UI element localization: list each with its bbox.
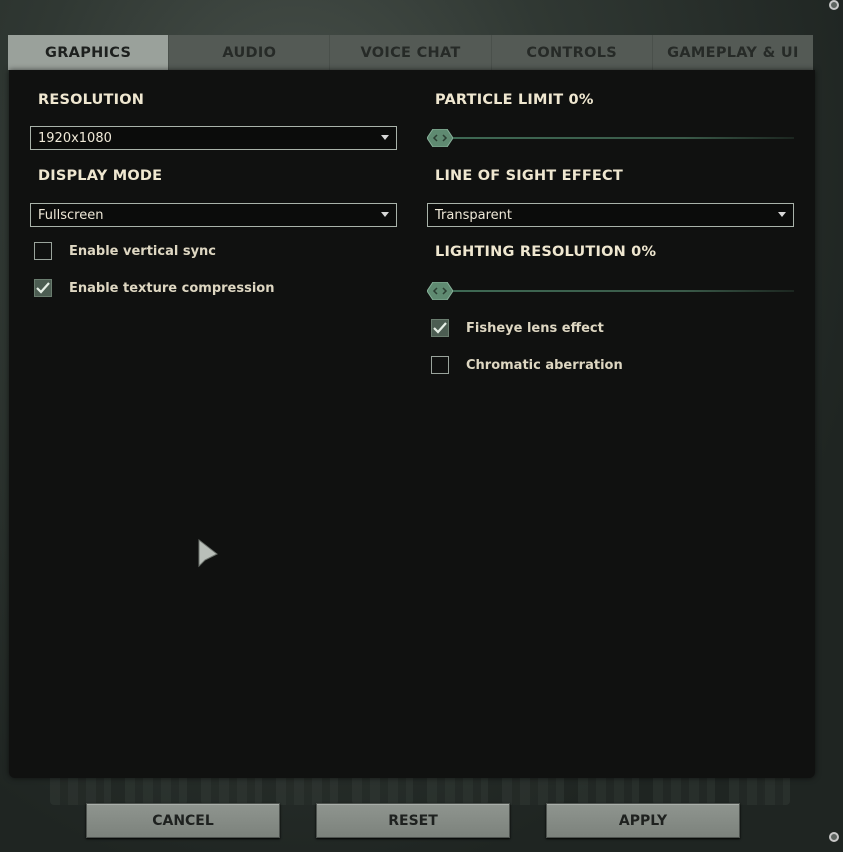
slider-thumb-icon[interactable] (427, 129, 453, 147)
slider-track (427, 137, 794, 139)
chevron-down-icon (778, 212, 786, 217)
fisheye-label: Fisheye lens effect (466, 320, 604, 336)
lighting-resolution-heading: LIGHTING RESOLUTION 0% (435, 244, 657, 260)
checkmark-icon (433, 322, 447, 334)
slider-track (427, 290, 794, 292)
display-mode-dropdown[interactable]: Fullscreen (30, 203, 397, 227)
tab-graphics[interactable]: GRAPHICS (8, 35, 170, 70)
display-mode-value: Fullscreen (38, 207, 104, 223)
tab-audio[interactable]: AUDIO (169, 35, 331, 70)
chromatic-aberration-checkbox[interactable] (431, 356, 449, 374)
vsync-label: Enable vertical sync (69, 243, 217, 259)
vsync-checkbox[interactable] (34, 242, 52, 260)
tab-controls[interactable]: CONTROLS (492, 35, 653, 70)
settings-tab-bar: GRAPHICS AUDIO VOICE CHAT CONTROLS GAMEP… (8, 35, 813, 70)
texture-compression-checkbox-row[interactable]: Enable texture compression (34, 279, 275, 297)
texture-compression-checkbox[interactable] (34, 279, 52, 297)
chromatic-aberration-checkbox-row[interactable]: Chromatic aberration (431, 356, 623, 374)
vsync-checkbox-row[interactable]: Enable vertical sync (34, 242, 216, 260)
texture-compression-label: Enable texture compression (69, 280, 275, 296)
corner-bolt-icon (829, 0, 839, 10)
chromatic-aberration-label: Chromatic aberration (466, 357, 623, 373)
mouse-cursor-icon (198, 538, 218, 568)
resolution-dropdown[interactable]: 1920x1080 (30, 126, 397, 150)
line-of-sight-heading: LINE OF SIGHT EFFECT (435, 168, 623, 184)
lighting-resolution-slider[interactable] (427, 281, 794, 301)
slider-thumb-icon[interactable] (427, 282, 453, 300)
line-of-sight-value: Transparent (435, 207, 512, 223)
resolution-heading: RESOLUTION (38, 92, 145, 108)
particle-limit-heading: PARTICLE LIMIT 0% (435, 92, 594, 108)
corner-bolt-icon (829, 832, 839, 842)
tab-gameplay-ui[interactable]: GAMEPLAY & UI (653, 35, 813, 70)
fisheye-checkbox-row[interactable]: Fisheye lens effect (431, 319, 604, 337)
fisheye-checkbox[interactable] (431, 319, 449, 337)
chevron-down-icon (381, 212, 389, 217)
apply-button[interactable]: APPLY (546, 803, 740, 838)
resolution-value: 1920x1080 (38, 130, 112, 146)
particle-limit-slider[interactable] (427, 128, 794, 148)
reset-button[interactable]: RESET (316, 803, 510, 838)
checkmark-icon (36, 282, 50, 294)
line-of-sight-dropdown[interactable]: Transparent (427, 203, 794, 227)
chevron-down-icon (381, 135, 389, 140)
cancel-button[interactable]: CANCEL (86, 803, 280, 838)
display-mode-heading: DISPLAY MODE (38, 168, 163, 184)
tab-voice-chat[interactable]: VOICE CHAT (330, 35, 492, 70)
